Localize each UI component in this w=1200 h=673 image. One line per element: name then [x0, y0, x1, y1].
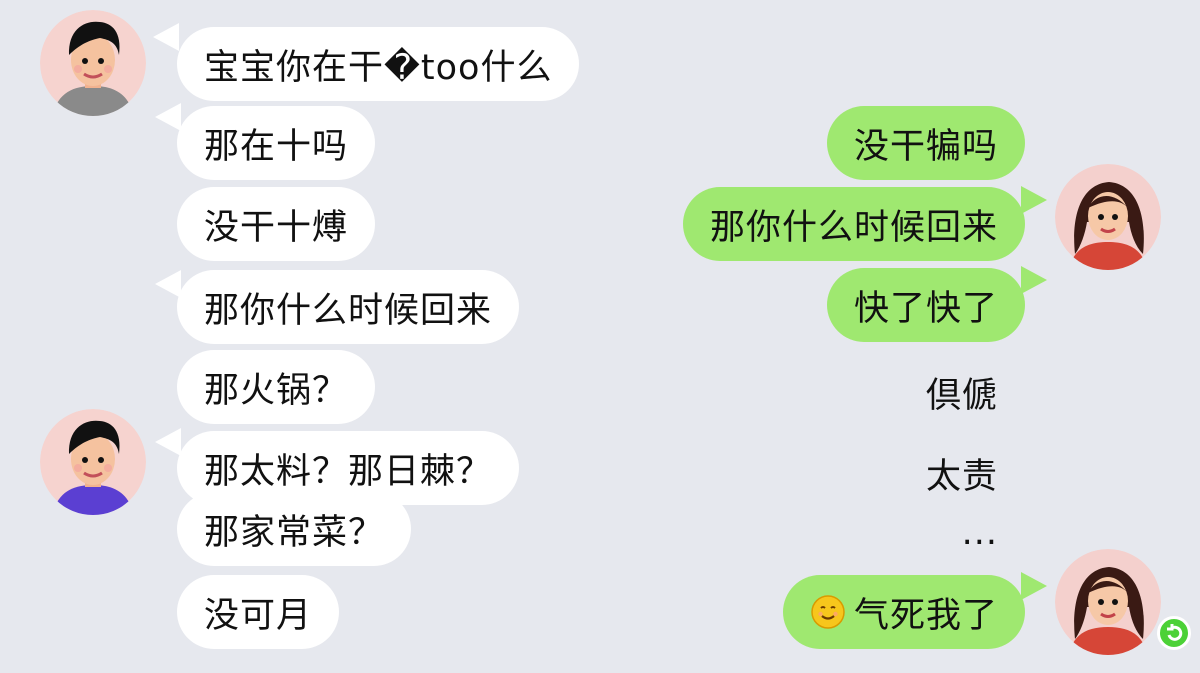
boy-avatar-icon: [40, 409, 146, 515]
incoming-message-1: 宝宝你在干�too什么: [177, 27, 580, 101]
boy-avatar-icon: [40, 10, 146, 116]
incoming-bubble-tail: [155, 428, 181, 456]
outgoing-plain-message-2: 太责: [925, 457, 998, 497]
outgoing-plain-message-3: ...: [961, 513, 998, 553]
incoming-message-7: 那家常菜？: [177, 492, 412, 566]
incoming-message-5: 那火锅？: [177, 350, 376, 424]
outgoing-message-1: 没干犏吗: [826, 106, 1025, 180]
incoming-message-4: 那你什么时候回来: [177, 270, 520, 344]
incoming-message-8: 没可月: [177, 575, 340, 649]
outgoing-message-7: 气死我了: [782, 575, 1025, 649]
incoming-bubble-tail: [155, 103, 181, 131]
incoming-bubble-tail: [153, 23, 179, 51]
outgoing-message-3: 快了快了: [826, 268, 1025, 342]
smiling-face-icon: [810, 594, 846, 630]
girl-avatar-icon: [1055, 549, 1161, 655]
outgoing-bubble-tail: [1021, 266, 1047, 294]
refresh-badge-icon: [1157, 616, 1191, 650]
outgoing-bubble-tail: [1021, 572, 1047, 600]
outgoing-bubble-tail: [1021, 186, 1047, 214]
outgoing-message-7-text: 气死我了: [853, 595, 998, 636]
incoming-message-2: 那在十吗: [177, 106, 376, 180]
outgoing-plain-message-1: 倶傂: [925, 376, 998, 416]
girl-avatar-icon: [1055, 164, 1161, 270]
outgoing-message-2: 那你什么时候回来: [682, 187, 1025, 261]
incoming-message-3: 没干十煿: [177, 187, 376, 261]
incoming-bubble-tail: [155, 270, 181, 298]
